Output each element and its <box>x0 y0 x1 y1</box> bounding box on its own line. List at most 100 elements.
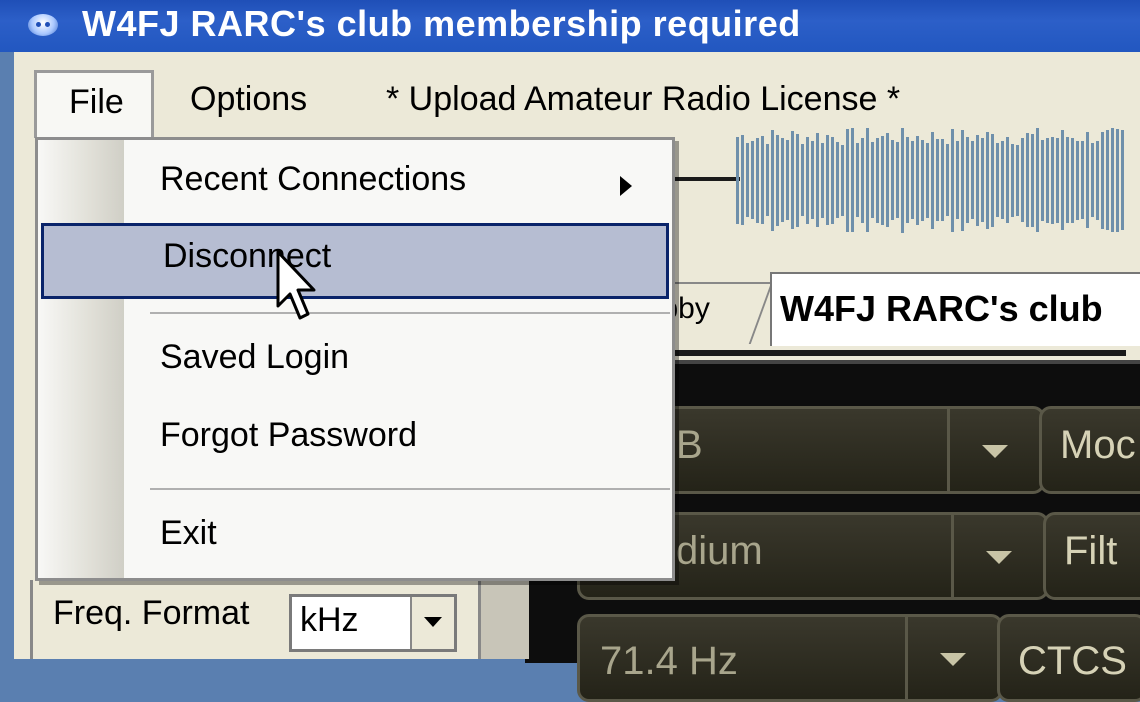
waveform-bar <box>1011 143 1014 217</box>
waveform-bar <box>851 128 854 232</box>
mode-label: Moc <box>1060 423 1136 467</box>
waveform-bar <box>911 141 914 219</box>
submenu-arrow-icon <box>620 176 632 196</box>
waveform-bar <box>1016 144 1019 216</box>
waveform-bar <box>876 137 879 223</box>
waveform-bar <box>856 143 859 217</box>
waveform-bar <box>796 133 799 227</box>
waveform-bar <box>1081 141 1084 219</box>
menu-item-disconnect[interactable]: Disconnect <box>41 223 669 299</box>
waveform-bar <box>936 139 939 221</box>
window-title: W4FJ RARC's club membership required <box>82 3 801 44</box>
waveform-bar <box>736 136 739 224</box>
waveform-bar <box>866 128 869 232</box>
menu-item-label: Saved Login <box>160 338 350 376</box>
waveform-bar <box>1036 128 1039 232</box>
menu-separator <box>150 312 670 314</box>
waveform-bar <box>761 136 764 224</box>
waveform-bar <box>891 140 894 220</box>
mode-label-box: Moc <box>1039 406 1140 494</box>
waveform-bar <box>781 138 784 222</box>
file-menu-dropdown: Recent Connections Disconnect Saved Logi… <box>35 137 675 581</box>
waveform-bar <box>766 144 769 216</box>
waveform-bar <box>1066 137 1069 223</box>
menu-item-saved-login[interactable]: Saved Login <box>38 324 672 400</box>
mouse-cursor-icon <box>276 250 316 320</box>
waveform-bar <box>961 129 964 231</box>
menu-file-label: File <box>69 83 124 121</box>
waveform-bar <box>746 143 749 217</box>
waveform-bar <box>896 142 899 218</box>
waveform-bar <box>1101 131 1104 229</box>
menu-item-exit[interactable]: Exit <box>38 500 672 576</box>
ctcss-label: CTCS <box>1018 639 1127 683</box>
waveform-bar <box>1026 133 1029 227</box>
ctcss-label-box: CTCS <box>997 614 1140 702</box>
filter-value: dium <box>676 529 763 573</box>
waveform-bar <box>1041 139 1044 221</box>
waveform-bar <box>776 134 779 226</box>
waveform-bar <box>981 138 984 222</box>
waveform-bar <box>991 133 994 227</box>
mode-value: B <box>676 423 703 467</box>
menu-item-label: Recent Connections <box>160 160 467 198</box>
waveform-bar <box>1061 130 1064 230</box>
waveform-bar <box>791 131 794 229</box>
menu-file[interactable]: File <box>34 70 154 138</box>
waveform-bar <box>1046 137 1049 223</box>
waveform-bar <box>846 128 849 232</box>
menu-item-label: Exit <box>160 514 217 552</box>
menu-item-forgot-password[interactable]: Forgot Password <box>38 402 672 478</box>
waveform-bar <box>836 142 839 218</box>
audio-waveform <box>650 112 1126 246</box>
freq-format-value: kHz <box>300 601 359 639</box>
waveform-bar <box>821 142 824 218</box>
waveform-bar <box>971 141 974 219</box>
app-icon[interactable] <box>28 14 58 36</box>
waveform-bar <box>1086 132 1089 228</box>
waveform-bar <box>906 137 909 223</box>
title-bar: W4FJ RARC's club membership required <box>0 0 1140 52</box>
settings-pane: Freq. Format kHz <box>30 580 473 659</box>
waveform-bar <box>826 135 829 225</box>
waveform-bar <box>1051 136 1054 224</box>
waveform-bar <box>741 135 744 225</box>
waveform-bar <box>976 134 979 226</box>
ctcss-select[interactable]: 71.4 Hz <box>577 614 1003 702</box>
menu-separator <box>150 488 670 490</box>
mode-dropdown-icon[interactable] <box>947 409 1042 491</box>
waveform-bar <box>946 144 949 216</box>
waveform-bar <box>756 137 759 223</box>
waveform-bar <box>786 140 789 220</box>
waveform-bar <box>861 137 864 223</box>
ctcss-dropdown-icon[interactable] <box>905 617 1000 699</box>
waveform-bar <box>1031 133 1034 227</box>
freq-format-label: Freq. Format <box>53 594 250 632</box>
freq-format-select[interactable]: kHz <box>289 594 457 652</box>
waveform-bar <box>966 137 969 223</box>
waveform-bar <box>1121 130 1124 230</box>
waveform-bar <box>921 139 924 221</box>
waveform-bar <box>996 143 999 217</box>
waveform-bar <box>841 144 844 216</box>
waveform-bar <box>1006 137 1009 223</box>
waveform-bar <box>1111 128 1114 232</box>
menu-item-label: Forgot Password <box>160 416 417 454</box>
waveform-bar <box>1106 130 1109 230</box>
menu-options[interactable]: Options <box>190 80 307 119</box>
waveform-bar <box>831 136 834 224</box>
chevron-down-icon[interactable] <box>410 597 454 649</box>
waveform-bar <box>956 141 959 219</box>
waveform-bars <box>736 127 1126 233</box>
waveform-bar <box>1071 137 1074 223</box>
tab-club-label: W4FJ RARC's club <box>780 288 1103 329</box>
waveform-bar <box>751 141 754 219</box>
menu-item-recent-connections[interactable]: Recent Connections <box>38 146 672 222</box>
waveform-bar <box>1096 140 1099 220</box>
waveform-bar <box>1116 128 1119 232</box>
filter-dropdown-icon[interactable] <box>951 515 1046 597</box>
tab-club[interactable]: W4FJ RARC's club <box>770 272 1140 346</box>
waveform-bar <box>901 127 904 233</box>
waveform-bar <box>1091 143 1094 217</box>
waveform-bar <box>951 128 954 232</box>
